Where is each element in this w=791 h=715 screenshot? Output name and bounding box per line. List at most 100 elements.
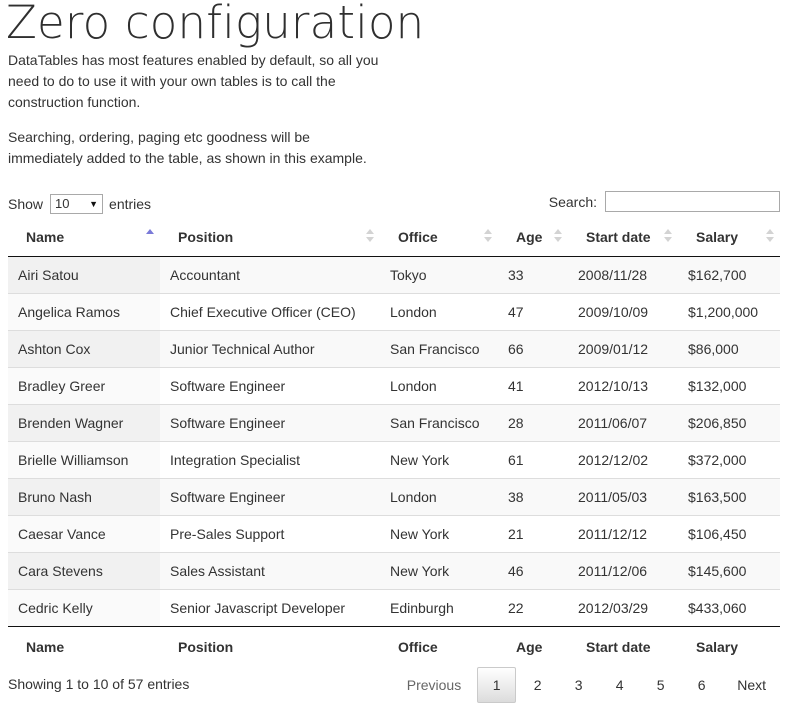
cell-office: New York — [380, 441, 498, 479]
column-header-age[interactable]: Age — [498, 218, 568, 257]
length-select-value: 10 — [55, 196, 70, 211]
table-row: Cara Stevens Sales Assistant New York 46 201… — [8, 552, 780, 590]
cell-start-date: 2009/10/09 — [568, 293, 678, 331]
table-body: Airi Satou Accountant Tokyo 33 2008/11/28 $16… — [8, 256, 780, 627]
footer-header-start-date: Start date — [568, 626, 678, 666]
cell-start-date: 2008/11/28 — [568, 256, 678, 294]
length-control: Show 10 ▼ entries — [8, 194, 151, 214]
cell-age: 66 — [498, 330, 568, 368]
cell-age: 46 — [498, 552, 568, 590]
cell-age: 28 — [498, 404, 568, 442]
cell-name: Angelica Ramos — [8, 293, 160, 331]
cell-name: Caesar Vance — [8, 515, 160, 553]
cell-age: 41 — [498, 367, 568, 405]
cell-age: 22 — [498, 589, 568, 627]
cell-position: Senior Javascript Developer — [160, 589, 380, 627]
table-row: Caesar Vance Pre-Sales Support New York 21 2… — [8, 515, 780, 553]
page-button-1[interactable]: 1 — [477, 667, 517, 703]
cell-position: Junior Technical Author — [160, 330, 380, 368]
cell-start-date: 2011/12/06 — [568, 552, 678, 590]
length-select[interactable]: 10 ▼ — [50, 194, 104, 214]
sort-icon — [766, 228, 774, 244]
column-header-label: Name — [26, 229, 65, 245]
header-row: Name Position Office Age Start date Sala… — [8, 218, 780, 257]
search-input[interactable] — [605, 191, 780, 212]
cell-office: Tokyo — [380, 256, 498, 294]
page-button-6[interactable]: 6 — [682, 667, 721, 703]
table-footer: Name Position Office Age Start date Sala… — [8, 626, 780, 666]
cell-start-date: 2009/01/12 — [568, 330, 678, 368]
pagination: Previous 1 2 3 4 5 6 Next — [391, 667, 780, 703]
cell-name: Bradley Greer — [8, 367, 160, 405]
cell-office: New York — [380, 515, 498, 553]
cell-office: San Francisco — [380, 330, 498, 368]
cell-start-date: 2011/05/03 — [568, 478, 678, 516]
page-button-3[interactable]: 3 — [559, 667, 598, 703]
cell-position: Sales Assistant — [160, 552, 380, 590]
cell-start-date: 2011/06/07 — [568, 404, 678, 442]
cell-position: Software Engineer — [160, 404, 380, 442]
sort-ascending-icon — [146, 228, 154, 244]
page-button-4[interactable]: 4 — [600, 667, 639, 703]
cell-salary: $372,000 — [678, 441, 780, 479]
cell-age: 21 — [498, 515, 568, 553]
column-header-label: Salary — [696, 229, 739, 245]
cell-name: Brenden Wagner — [8, 404, 160, 442]
entries-label: entries — [109, 196, 152, 212]
sort-icon — [366, 228, 374, 244]
cell-office: San Francisco — [380, 404, 498, 442]
column-header-label: Start date — [586, 229, 651, 245]
intro-text: DataTables has most features enabled by … — [8, 50, 388, 183]
table-row: Cedric Kelly Senior Javascript Developer E… — [8, 589, 780, 627]
cell-name: Brielle Williamson — [8, 441, 160, 479]
cell-office: London — [380, 367, 498, 405]
cell-position: Pre-Sales Support — [160, 515, 380, 553]
sort-icon — [484, 228, 492, 244]
table-row: Bradley Greer Software Engineer London 41 20… — [8, 367, 780, 405]
cell-age: 38 — [498, 478, 568, 516]
column-header-position[interactable]: Position — [160, 218, 380, 257]
table-row: Angelica Ramos Chief Executive Officer (C… — [8, 293, 780, 331]
footer-header-position: Position — [160, 626, 380, 666]
cell-start-date: 2011/12/12 — [568, 515, 678, 553]
sort-icon — [664, 228, 672, 244]
column-header-office[interactable]: Office — [380, 218, 498, 257]
cell-name: Bruno Nash — [8, 478, 160, 516]
intro-paragraph: DataTables has most features enabled by … — [8, 52, 379, 110]
next-button[interactable]: Next — [723, 667, 780, 703]
page-button-2[interactable]: 2 — [518, 667, 557, 703]
cell-salary: $106,450 — [678, 515, 780, 553]
page-button-5[interactable]: 5 — [641, 667, 680, 703]
cell-salary: $162,700 — [678, 256, 780, 294]
cell-salary: $1,200,000 — [678, 293, 780, 331]
previous-button[interactable]: Previous — [393, 667, 475, 703]
column-header-name[interactable]: Name — [8, 218, 160, 257]
cell-age: 33 — [498, 256, 568, 294]
intro-paragraph: Searching, ordering, paging etc goodness… — [8, 129, 367, 166]
cell-salary: $163,500 — [678, 478, 780, 516]
cell-age: 61 — [498, 441, 568, 479]
cell-position: Accountant — [160, 256, 380, 294]
cell-name: Cedric Kelly — [8, 589, 160, 627]
footer-header-age: Age — [498, 626, 568, 666]
column-header-start-date[interactable]: Start date — [568, 218, 678, 257]
cell-salary: $86,000 — [678, 330, 780, 368]
sort-icon — [554, 228, 562, 244]
cell-salary: $433,060 — [678, 589, 780, 627]
cell-position: Software Engineer — [160, 478, 380, 516]
cell-salary: $132,000 — [678, 367, 780, 405]
footer-header-salary: Salary — [678, 626, 780, 666]
cell-start-date: 2012/03/29 — [568, 589, 678, 627]
footer-header-office: Office — [380, 626, 498, 666]
cell-name: Airi Satou — [8, 256, 160, 294]
data-table: Name Position Office Age Start date Sala… — [8, 218, 780, 666]
cell-start-date: 2012/12/02 — [568, 441, 678, 479]
column-header-salary[interactable]: Salary — [678, 218, 780, 257]
table-row: Airi Satou Accountant Tokyo 33 2008/11/28 $16… — [8, 256, 780, 294]
cell-office: New York — [380, 552, 498, 590]
cell-salary: $206,850 — [678, 404, 780, 442]
table-row: Brenden Wagner Software Engineer San Franc… — [8, 404, 780, 442]
cell-office: Edinburgh — [380, 589, 498, 627]
column-header-label: Position — [178, 229, 234, 245]
cell-start-date: 2012/10/13 — [568, 367, 678, 405]
